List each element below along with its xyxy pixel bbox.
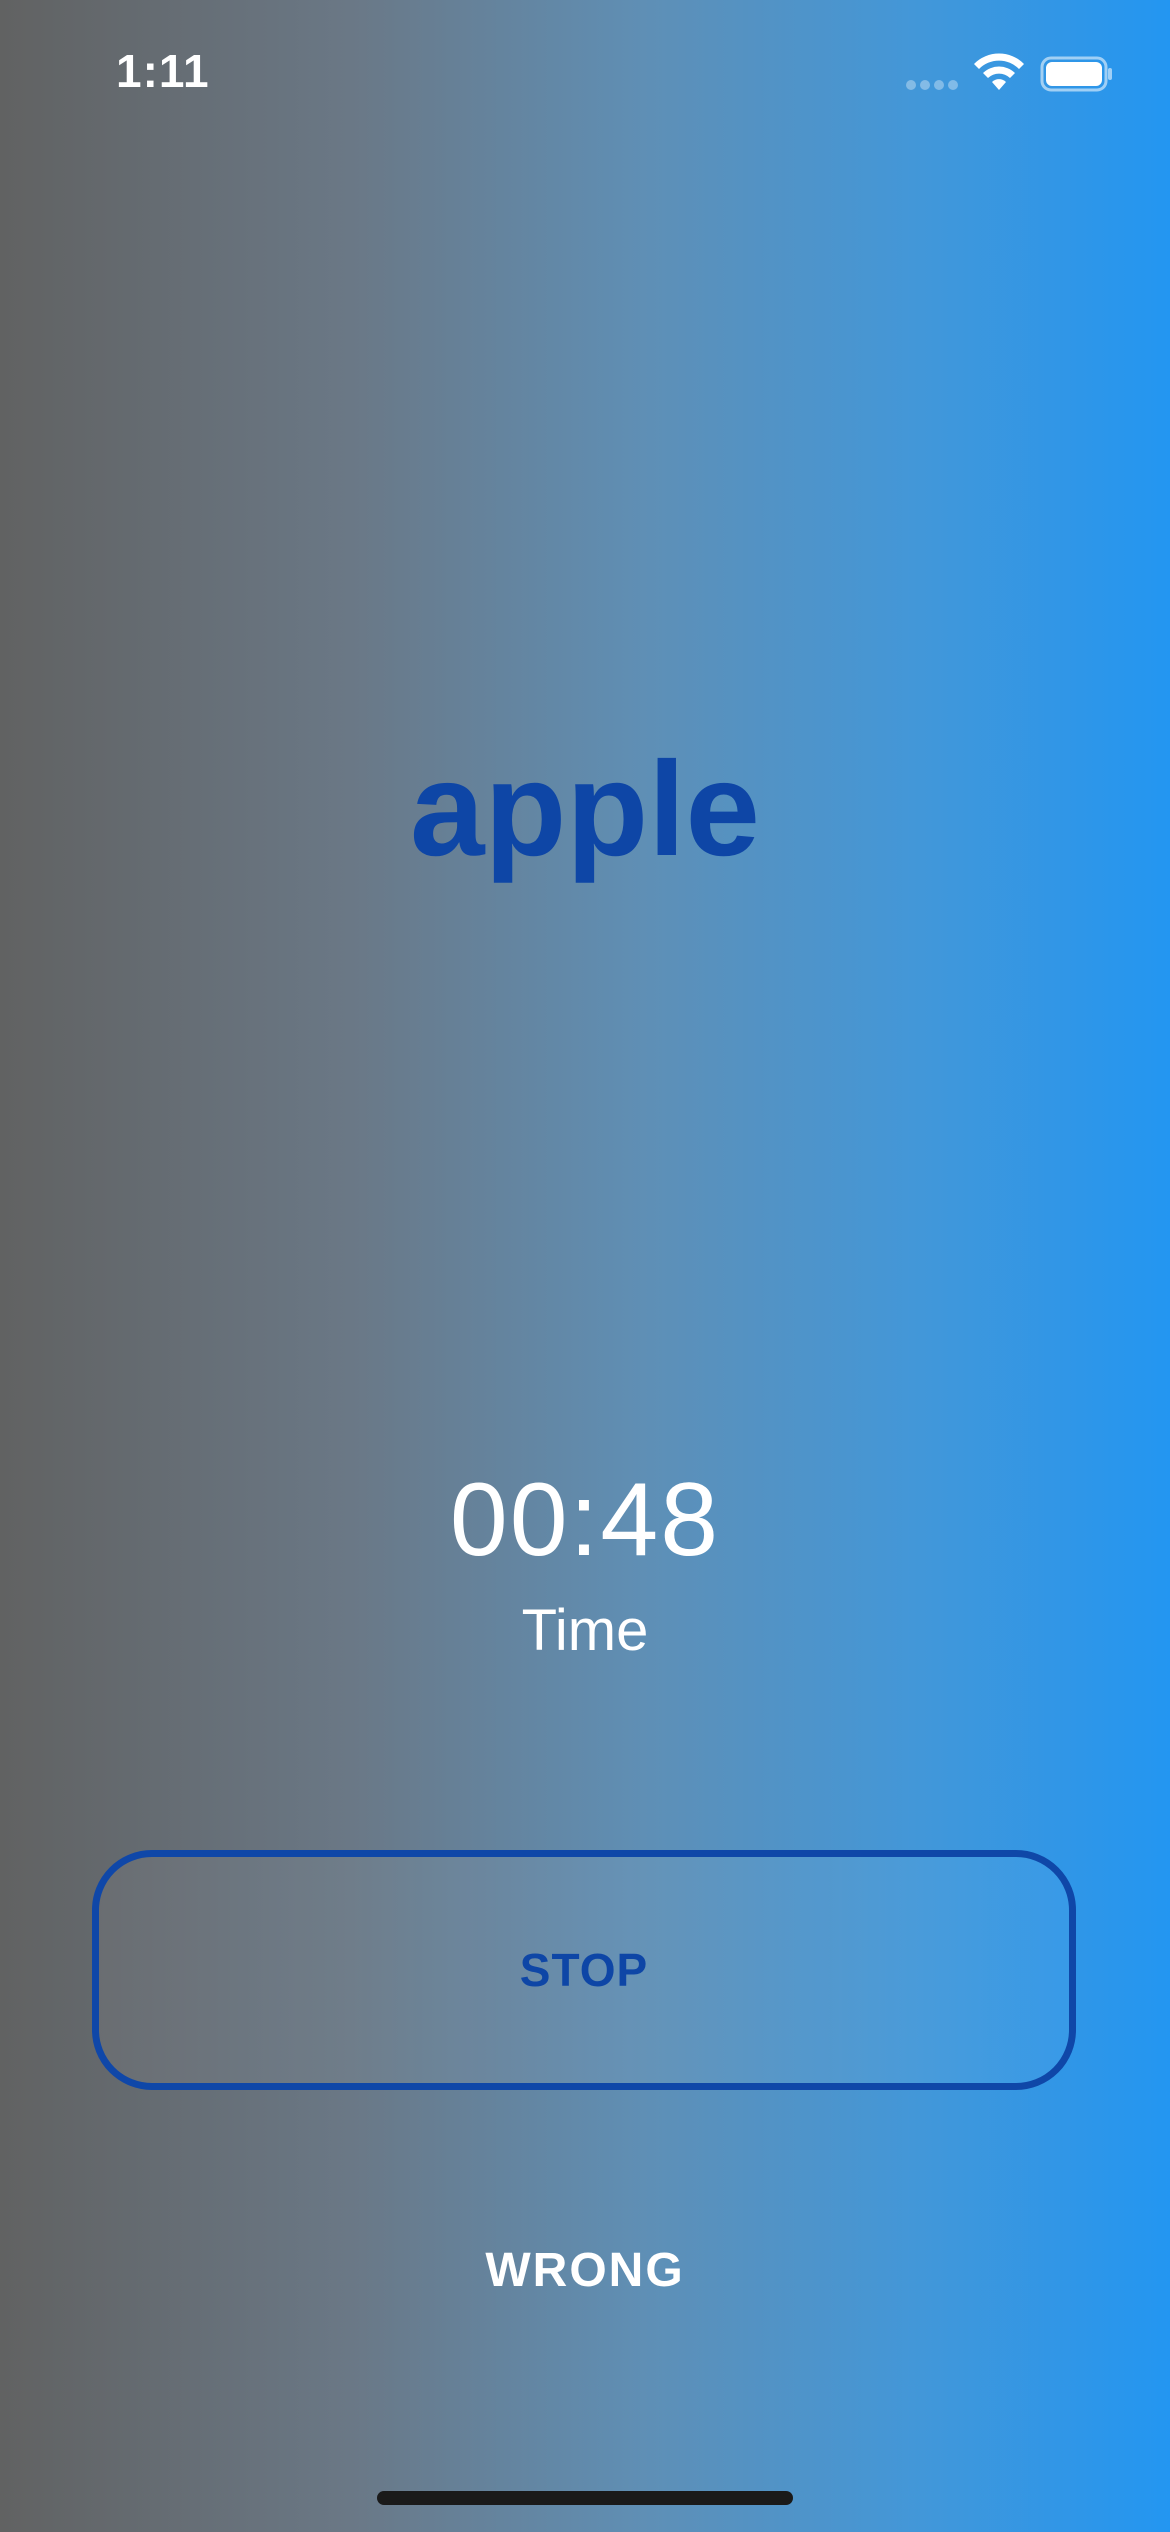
cellular-signal-icon: [906, 80, 960, 90]
stop-button-label: STOP: [519, 1944, 649, 1996]
wrong-button[interactable]: WRONG: [385, 2230, 785, 2310]
status-bar: 1:11: [0, 0, 1170, 140]
wrong-button-label: WRONG: [485, 2243, 685, 2297]
timer-value: 00:48: [449, 1462, 721, 1578]
stop-button[interactable]: STOP: [92, 1850, 1076, 2090]
home-indicator[interactable]: [377, 2491, 793, 2505]
status-time: 1:11: [116, 45, 210, 97]
timer-label: Time: [521, 1598, 649, 1663]
battery-icon: [1040, 56, 1112, 92]
target-word: apple: [410, 735, 760, 884]
wifi-icon: [974, 53, 1024, 90]
